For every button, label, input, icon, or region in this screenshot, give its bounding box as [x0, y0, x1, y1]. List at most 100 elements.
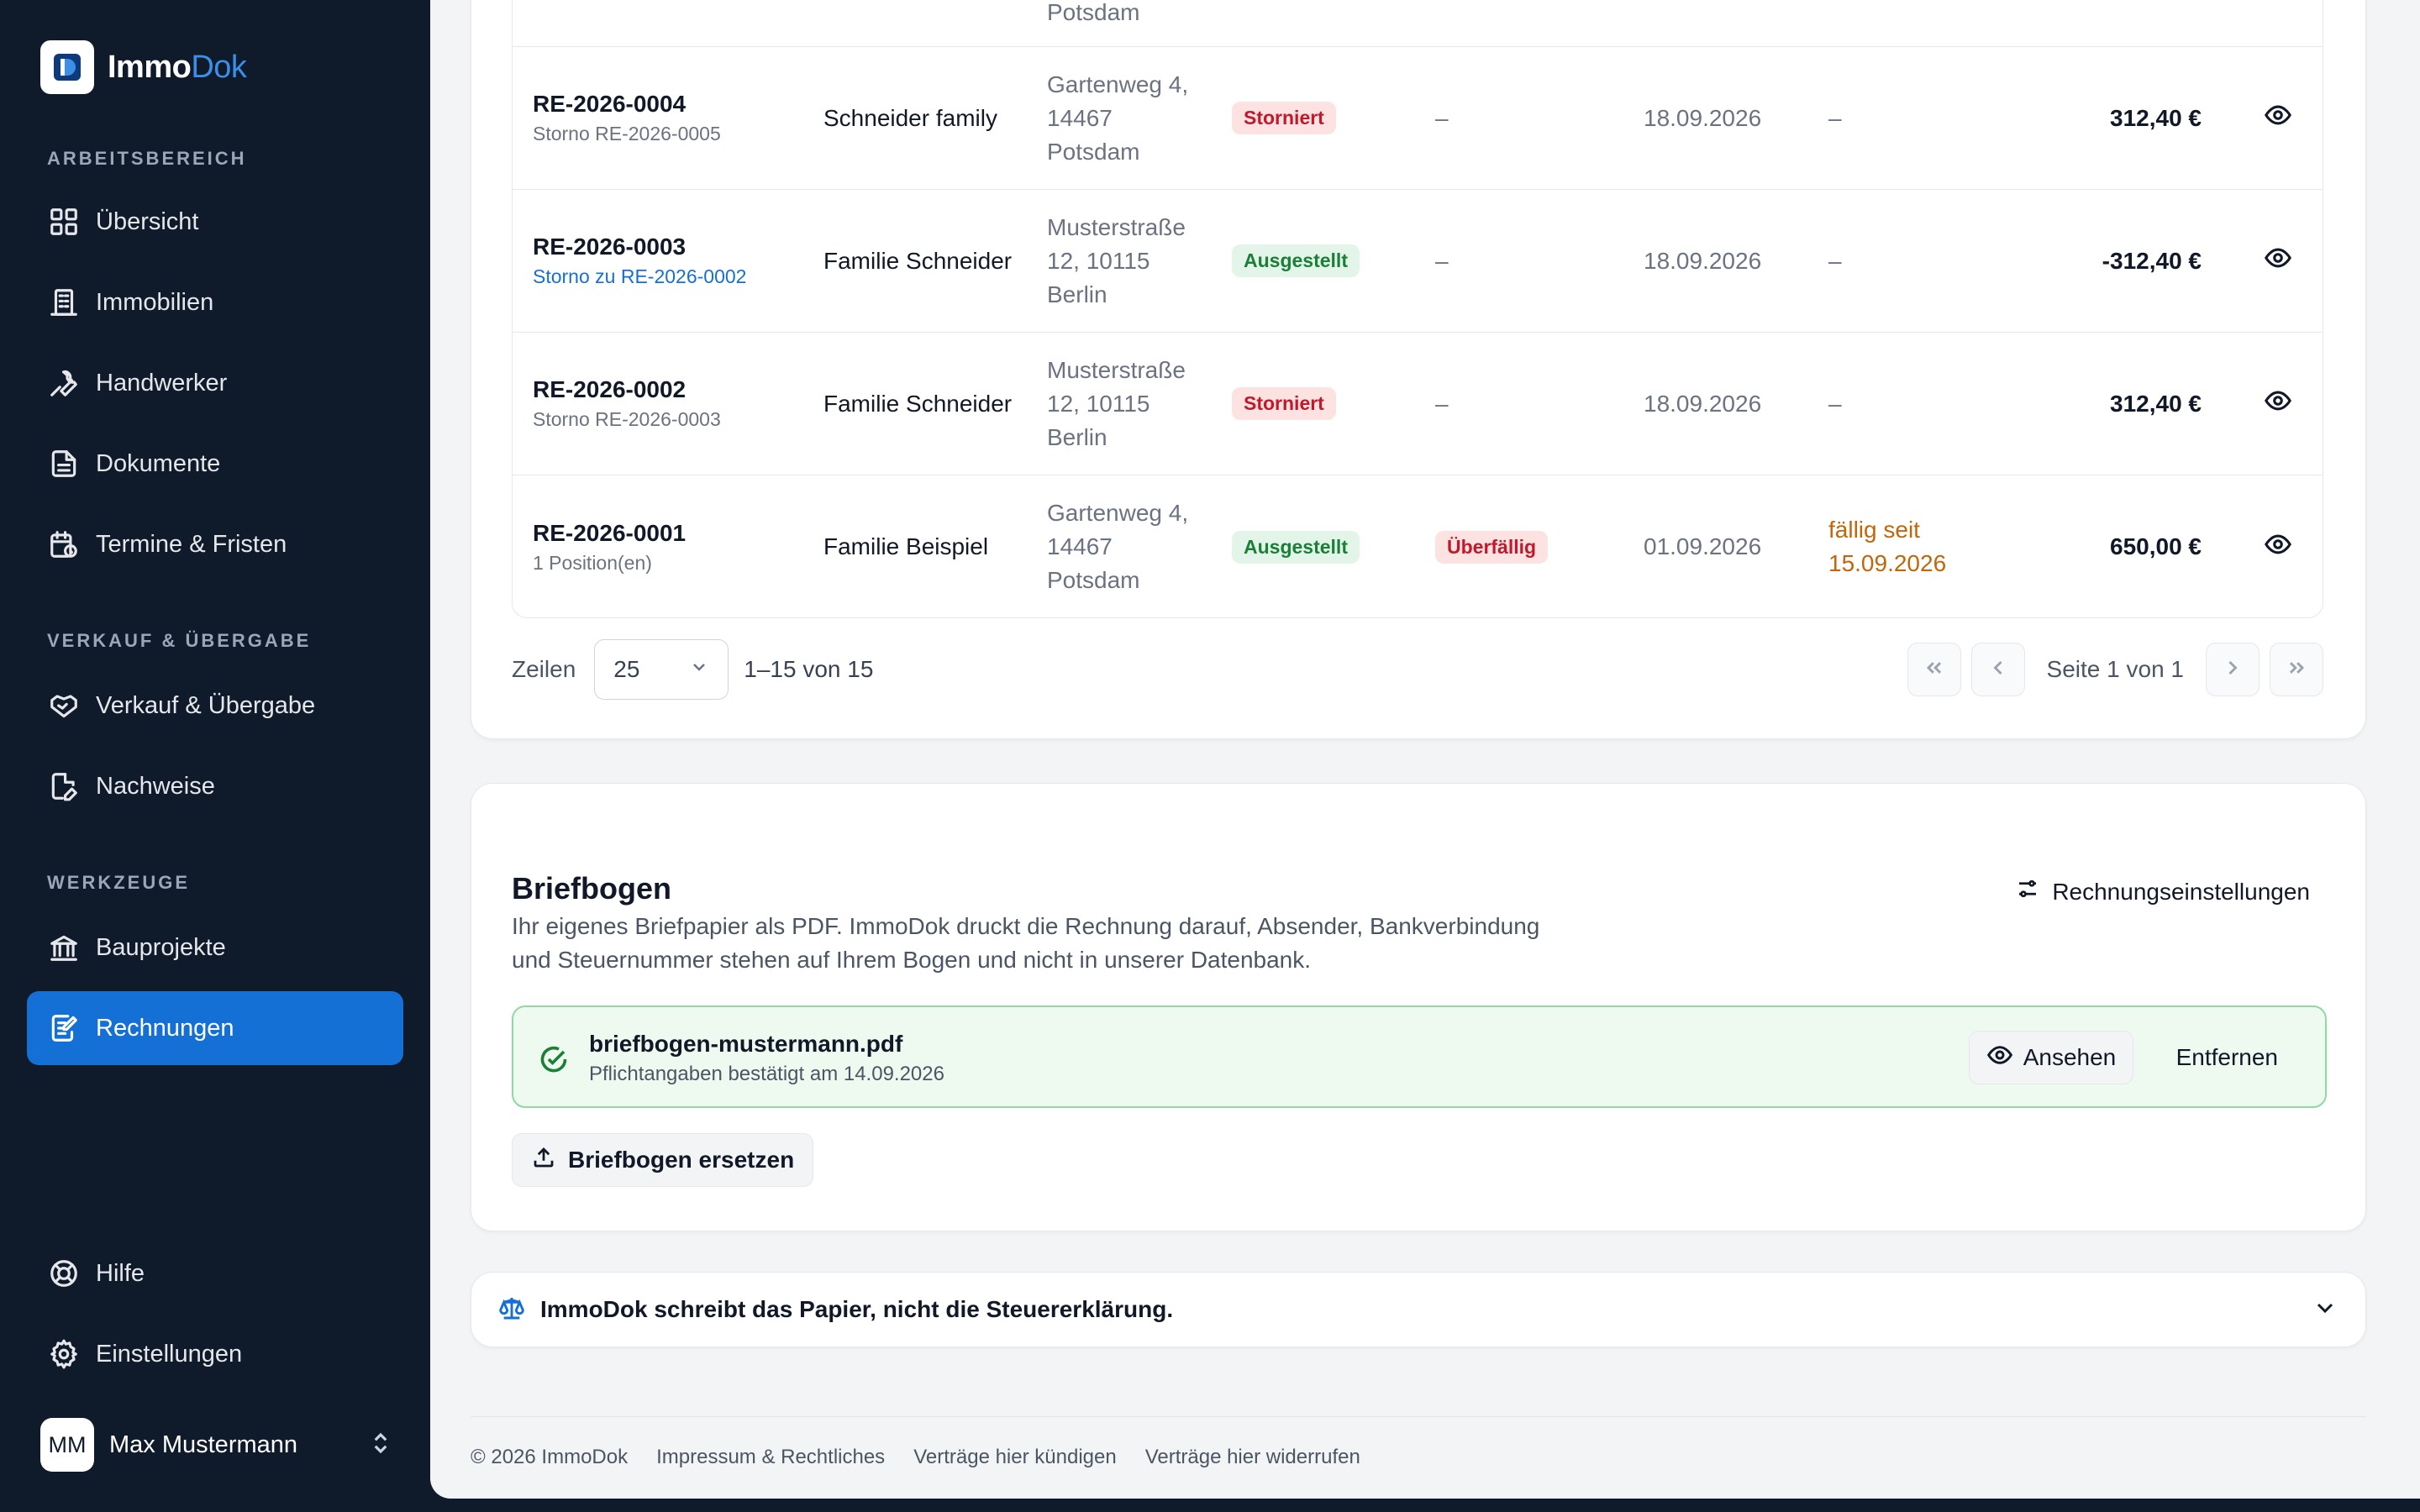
view-invoice-button[interactable] [2264, 333, 2292, 475]
file-edit-icon [47, 769, 81, 803]
invoice-sub: Storno RE-2026-0005 [533, 123, 721, 144]
rows-label: Zeilen [512, 656, 576, 682]
chevron-down-icon [2312, 1294, 2338, 1326]
row-address: Gartenweg 4, 14467 Potsdam [1047, 500, 1189, 593]
sidebar-item-immobilien[interactable]: Immobilien [27, 265, 403, 339]
sidebar-item-label: Handwerker [96, 369, 228, 396]
invoice-settings-button[interactable]: Rechnungseinstellungen [2015, 876, 2310, 907]
sidebar-item-nachweise[interactable]: Nachweise [27, 749, 403, 823]
prev-page-button[interactable] [1970, 643, 2025, 696]
sidebar-item-label: Immobilien [96, 288, 214, 316]
building-icon [47, 286, 81, 319]
row-amount: 650,00 € [2110, 533, 2202, 559]
invoice-sub: Storno RE-2026-0003 [533, 408, 721, 430]
row-paid: – [1828, 390, 1842, 417]
row-amount: 312,40 € [2110, 390, 2202, 417]
status-cell: Storniert [1232, 333, 1336, 475]
file-confirmation: Pflichtangaben bestätigt am 14.09.2026 [589, 1063, 944, 1085]
first-page-button[interactable] [1907, 643, 1961, 696]
copyright: © 2026 ImmoDok [471, 1446, 629, 1468]
overdue-badge: Überfällig [1435, 530, 1549, 564]
eye-icon [2264, 386, 2292, 421]
table-row[interactable]: RE-2026-0004 Storno RE-2026-0005 Schneid… [513, 47, 2323, 190]
page-controls: Seite 1 von 1 [1907, 643, 2323, 696]
rows-per-page-value: 25 [613, 656, 640, 682]
sidebar-item-rechnungen[interactable]: Rechnungen [27, 991, 403, 1065]
storno-link[interactable]: Storno zu RE-2026-0002 [533, 265, 746, 288]
sidebar-item-label: Rechnungen [96, 1014, 234, 1042]
row-address: Potsdam [1047, 0, 1140, 25]
footer-link-widerrufen[interactable]: Verträge hier widerrufen [1145, 1446, 1360, 1469]
sidebar-item-verkauf[interactable]: Verkauf & Übergabe [27, 669, 403, 743]
logo-icon [40, 40, 94, 94]
eye-icon [2264, 101, 2292, 135]
tax-info-accordion[interactable]: ImmoDok schreibt das Papier, nicht die S… [471, 1272, 2366, 1347]
sidebar-item-bauprojekte[interactable]: Bauprojekte [27, 911, 403, 984]
row-paid: – [1828, 104, 1842, 131]
view-invoice-button[interactable] [2264, 190, 2292, 332]
view-invoice-button[interactable] [2264, 47, 2292, 189]
row-amount: -312,40 € [2102, 247, 2202, 274]
replace-label: Briefbogen ersetzen [568, 1147, 795, 1173]
row-due: – [1435, 104, 1449, 131]
sidebar-item-dokumente[interactable]: Dokumente [27, 427, 403, 501]
row-address: Musterstraße 12, 10115 Berlin [1047, 356, 1186, 450]
brand[interactable]: ImmoDok [40, 40, 247, 94]
main-content: Potsdam RE-2026-0004 Storno RE-2026-0005… [430, 0, 2420, 1499]
section-label-workspace: ARBEITSBEREICH [47, 148, 247, 169]
user-name: Max Mustermann [109, 1431, 298, 1458]
sidebar-item-termine[interactable]: Termine & Fristen [27, 507, 403, 581]
status-cell: Ausgestellt [1232, 475, 1360, 617]
status-cell: Storniert [1232, 47, 1336, 189]
footer-link-impressum[interactable]: Impressum & Rechtliches [656, 1446, 885, 1469]
remove-letterhead-button[interactable]: Entfernen [2176, 1031, 2278, 1084]
pagination: Zeilen 25 1–15 von 15 Seite 1 von 1 [512, 639, 2323, 700]
invoice-number: RE-2026-0003 [533, 234, 687, 260]
invoice-number-cell: RE-2026-0004 Storno RE-2026-0005 [533, 47, 721, 189]
sidebar-item-label: Bauprojekte [96, 933, 226, 961]
eye-icon [2264, 530, 2292, 564]
table-row[interactable]: RE-2026-0001 1 Position(en) Familie Beis… [513, 475, 2323, 617]
invoice-number: RE-2026-0004 [533, 91, 687, 117]
row-customer: Familie Schneider [823, 247, 1013, 274]
sidebar-item-einstellungen[interactable]: Einstellungen [27, 1317, 403, 1391]
sidebar-item-handwerker[interactable]: Handwerker [27, 346, 403, 420]
invoice-number: RE-2026-0001 [533, 519, 687, 546]
rows-per-page-select[interactable]: 25 [594, 639, 729, 700]
chevrons-right-icon [2285, 656, 2308, 684]
eye-icon [1986, 1042, 2013, 1074]
row-date: 18.09.2026 [1644, 247, 1762, 274]
last-page-button[interactable] [2270, 643, 2323, 696]
row-address: Gartenweg 4, 14467 Potsdam [1047, 71, 1189, 165]
letterhead-description: Ihr eigenes Briefpapier als PDF. ImmoDok… [512, 913, 1540, 973]
table-row[interactable]: RE-2026-0003 Storno zu RE-2026-0002 Fami… [513, 190, 2323, 333]
sidebar-item-label: Übersicht [96, 207, 199, 235]
view-invoice-button[interactable] [2264, 475, 2292, 617]
replace-letterhead-button[interactable]: Briefbogen ersetzen [512, 1133, 814, 1187]
table-row[interactable]: RE-2026-0002 Storno RE-2026-0003 Familie… [513, 333, 2323, 475]
accordion-title: ImmoDok schreibt das Papier, nicht die S… [540, 1296, 1174, 1322]
sidebar-item-uebersicht[interactable]: Übersicht [27, 185, 403, 259]
row-date: 18.09.2026 [1644, 390, 1762, 417]
view-letterhead-button[interactable]: Ansehen [1969, 1031, 2133, 1084]
calendar-clock-icon [47, 528, 81, 561]
footer: © 2026 ImmoDok Impressum & Rechtliches V… [471, 1416, 2366, 1469]
chevron-right-icon [2221, 656, 2244, 684]
sidebar-item-label: Nachweise [96, 772, 215, 800]
section-label-tools: WERKZEUGE [47, 872, 190, 893]
letterhead-title: Briefbogen [512, 871, 672, 906]
invoice-number-cell: RE-2026-0001 1 Position(en) [533, 475, 687, 617]
check-circle-icon [539, 1044, 569, 1079]
brand-name: ImmoDok [108, 49, 247, 85]
footer-link-kuendigen[interactable]: Verträge hier kündigen [913, 1446, 1117, 1469]
sidebar-item-hilfe[interactable]: Hilfe [27, 1236, 403, 1310]
sidebar-item-label: Termine & Fristen [96, 530, 287, 558]
row-date: 01.09.2026 [1644, 533, 1762, 559]
sidebar: ImmoDok ARBEITSBEREICH Übersicht Immobil… [0, 0, 430, 1512]
user-menu[interactable]: MM Max Mustermann [40, 1418, 393, 1472]
file-name: briefbogen-mustermann.pdf [589, 1031, 903, 1057]
row-due: – [1435, 247, 1449, 274]
next-page-button[interactable] [2206, 643, 2260, 696]
invoices-table: Potsdam RE-2026-0004 Storno RE-2026-0005… [512, 0, 2323, 618]
scale-icon [498, 1294, 525, 1326]
